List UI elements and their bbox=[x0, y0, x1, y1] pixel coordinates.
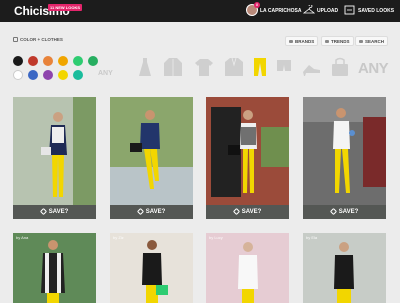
search-button[interactable]: SEARCH bbox=[355, 36, 389, 46]
color-swatch[interactable] bbox=[73, 56, 83, 66]
color-swatch[interactable] bbox=[13, 56, 23, 66]
trend-icon bbox=[325, 40, 329, 44]
clothes-any[interactable]: ANY bbox=[358, 60, 389, 77]
dress-icon[interactable] bbox=[138, 57, 152, 77]
look-user: by Ela bbox=[306, 235, 318, 240]
look-card[interactable]: by Ana bbox=[13, 233, 96, 303]
look-card[interactable]: by mary SAVE? bbox=[303, 97, 386, 219]
look-user: by Ziz bbox=[113, 235, 124, 240]
pants-icon[interactable] bbox=[253, 57, 267, 77]
trends-button[interactable]: TRENDS bbox=[321, 36, 354, 46]
look-photo bbox=[13, 233, 96, 303]
look-photo bbox=[110, 97, 193, 205]
tag-icon bbox=[329, 207, 337, 215]
look-photo bbox=[303, 233, 386, 303]
brands-button[interactable]: BRANDS bbox=[285, 36, 319, 46]
color-swatch[interactable] bbox=[28, 70, 38, 80]
search-icon bbox=[359, 40, 363, 44]
new-looks-badge[interactable]: 11 NEW LOOKS bbox=[48, 4, 83, 11]
tag-icon bbox=[136, 207, 144, 215]
look-card[interactable]: by Ziz bbox=[110, 233, 193, 303]
look-photo bbox=[303, 97, 386, 205]
saved-icon bbox=[344, 5, 355, 15]
shorts-icon[interactable] bbox=[276, 57, 292, 77]
save-button[interactable]: SAVE? bbox=[206, 205, 289, 219]
save-button[interactable]: SAVE? bbox=[303, 205, 386, 219]
color-swatch[interactable] bbox=[13, 70, 23, 80]
look-card[interactable]: by lisa SAVE? bbox=[206, 97, 289, 219]
color-any[interactable]: ANY bbox=[98, 70, 113, 77]
palette-icon bbox=[13, 37, 18, 43]
jacket-icon[interactable] bbox=[224, 57, 244, 77]
save-button[interactable]: SAVE? bbox=[13, 205, 96, 219]
brand-icon bbox=[289, 40, 293, 44]
look-card[interactable]: by Ela bbox=[303, 233, 386, 303]
color-swatch[interactable] bbox=[43, 70, 53, 80]
look-photo bbox=[206, 233, 289, 303]
look-card[interactable]: by gigi SAVE? bbox=[110, 97, 193, 219]
user-name[interactable]: LA CAPRICHOSA bbox=[260, 8, 301, 14]
color-clothes-label: COLOR + CLOTHES bbox=[13, 37, 63, 43]
color-swatch[interactable] bbox=[73, 70, 83, 80]
color-swatch[interactable] bbox=[58, 56, 68, 66]
tshirt-icon[interactable] bbox=[194, 57, 214, 77]
save-button[interactable]: SAVE? bbox=[110, 205, 193, 219]
user-menu[interactable]: 8 LA CAPRICHOSA bbox=[246, 2, 310, 18]
tag-icon bbox=[39, 207, 47, 215]
look-user: by Ana bbox=[16, 235, 29, 240]
hanger-icon bbox=[303, 5, 315, 14]
tag-icon bbox=[232, 207, 240, 215]
color-swatch[interactable] bbox=[58, 70, 68, 80]
heels-icon[interactable] bbox=[301, 57, 321, 77]
look-card[interactable]: by Lucy bbox=[206, 233, 289, 303]
color-swatch[interactable] bbox=[88, 56, 98, 66]
look-photo bbox=[13, 97, 96, 205]
look-card[interactable]: by laurabc SAVE? bbox=[13, 97, 96, 219]
look-photo bbox=[110, 233, 193, 303]
bag-icon[interactable] bbox=[331, 57, 349, 77]
look-user: by Lucy bbox=[209, 235, 223, 240]
top-bar: Chicisimo 11 NEW LOOKS 8 LA CAPRICHOSA U… bbox=[0, 0, 400, 22]
upload-label: UPLOAD bbox=[317, 8, 339, 14]
color-swatch[interactable] bbox=[28, 56, 38, 66]
look-photo bbox=[206, 97, 289, 205]
saved-looks-label: SAVED LOOKS bbox=[358, 8, 395, 14]
color-swatch[interactable] bbox=[43, 56, 53, 66]
coat-icon[interactable] bbox=[163, 57, 183, 77]
